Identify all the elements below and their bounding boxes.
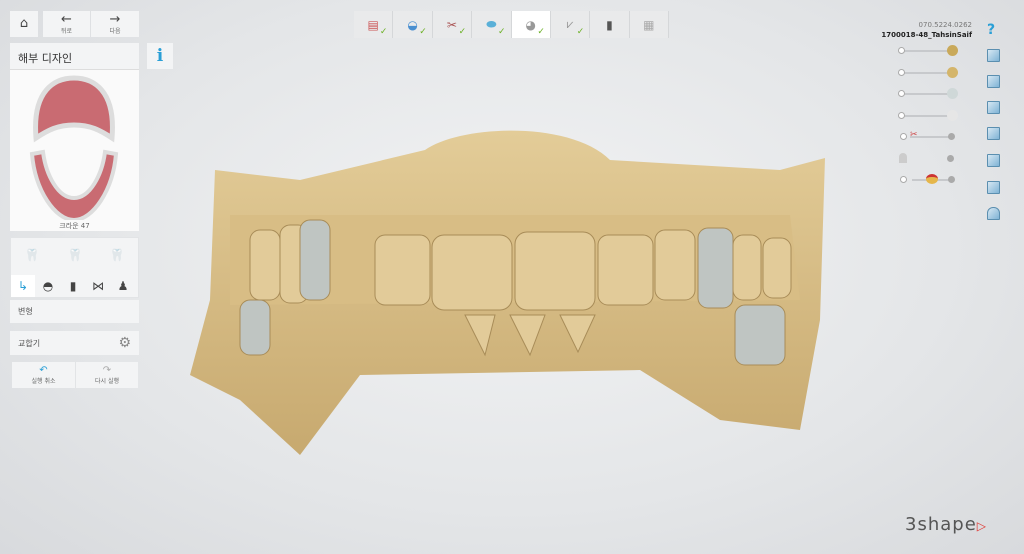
- case-info: 070.5224.0262 1700018-48_TahsinSaif: [881, 20, 972, 40]
- redo-button[interactable]: ↷ 다시 실행: [76, 362, 138, 388]
- order-form-icon: ▤: [367, 17, 379, 32]
- home-button[interactable]: ⌂: [10, 11, 38, 37]
- workflow-step-trim[interactable]: ✂ ✓: [432, 11, 473, 38]
- preview-caption: 크라운 47: [59, 222, 90, 230]
- slider-lower-crown[interactable]: [898, 110, 958, 121]
- view-left-icon[interactable]: [987, 101, 1000, 114]
- undo-button[interactable]: ↶ 실행 취소: [12, 362, 75, 388]
- clip-icon: ✂: [910, 130, 918, 140]
- workflow-step-order[interactable]: ▤ ✓: [354, 11, 394, 38]
- move-icon[interactable]: ↳: [11, 275, 35, 297]
- brand-logo: 3shape▷: [905, 514, 987, 535]
- workflow-step-scan[interactable]: ◒ ✓: [393, 11, 433, 38]
- connector-icon: ⩗: [566, 17, 574, 31]
- view-right-icon[interactable]: [987, 127, 1000, 140]
- case-id: 1700018-48_TahsinSaif: [881, 31, 972, 39]
- crown-icon: ◕: [525, 17, 536, 32]
- 3d-dental-model[interactable]: [180, 120, 840, 470]
- trim-icon: ✂: [446, 17, 457, 32]
- jaw-preview[interactable]: 크라운 47: [10, 70, 139, 231]
- back-button[interactable]: ← 뒤로: [43, 11, 90, 37]
- slider-end: [948, 176, 955, 183]
- help-icon[interactable]: ?: [987, 22, 995, 38]
- upper-jaw-icon: [947, 45, 958, 56]
- antagonist-icon: [926, 174, 938, 184]
- view-front-icon[interactable]: [987, 49, 1000, 62]
- brand-text: 3shape: [905, 514, 977, 535]
- jaw-map-image: [29, 75, 119, 223]
- crown-tooth-icon[interactable]: 🦷: [60, 242, 90, 268]
- output-icon: ▦: [643, 17, 655, 32]
- workflow-step-output[interactable]: ▦: [629, 11, 669, 38]
- slider-upper-jaw[interactable]: [898, 45, 958, 56]
- slider-end: [948, 133, 955, 140]
- transform-label: 변형: [10, 300, 139, 323]
- workflow-bar: ▤ ✓ ◒ ✓ ✂ ✓ ⬬ ✓ ◕ ✓ ⩗ ✓ ▮ ▦: [354, 11, 669, 38]
- undo-label: 실행 취소: [31, 378, 56, 385]
- check-icon: ✓: [576, 27, 585, 37]
- redo-icon: ↷: [102, 365, 112, 376]
- ai-design-icon[interactable]: 🦷: [17, 242, 47, 268]
- workflow-step-margin[interactable]: ⬬ ✓: [472, 11, 512, 38]
- slider-knob[interactable]: [898, 112, 905, 119]
- margin-icon: ⬬: [486, 17, 497, 31]
- anatomy-icon[interactable]: ◓: [36, 275, 60, 297]
- articulator-row[interactable]: 교합기 ⚙: [10, 331, 139, 355]
- case-phone: 070.5224.0262: [918, 21, 972, 29]
- check-icon: ✓: [379, 27, 388, 37]
- slider-knob[interactable]: [900, 133, 907, 140]
- slider-antagonist[interactable]: [900, 174, 955, 184]
- slider-upper-crown[interactable]: [898, 88, 958, 99]
- implant-icon: ▮: [606, 17, 613, 32]
- slider-knob[interactable]: [900, 176, 907, 183]
- workflow-step-connector[interactable]: ⩗ ✓: [550, 11, 591, 38]
- workflow-step-implant[interactable]: ▮: [590, 11, 630, 38]
- slider-lower-jaw[interactable]: [898, 67, 958, 78]
- slider-knob[interactable]: [898, 69, 905, 76]
- panel-title: 해부 디자인: [10, 43, 139, 70]
- multi-tooth-icon[interactable]: 🦷: [102, 242, 132, 268]
- view-bottom-icon[interactable]: [987, 181, 1000, 194]
- connector-icon[interactable]: ⋈: [86, 275, 110, 297]
- redo-label: 다시 실행: [95, 378, 119, 385]
- brand-triangle-icon: ▷: [976, 519, 988, 533]
- arrow-left-icon: ←: [61, 11, 72, 27]
- morph-icon[interactable]: ♟: [111, 275, 135, 297]
- slider-clip[interactable]: ✂: [900, 130, 955, 140]
- check-icon: ✓: [497, 27, 506, 37]
- next-button[interactable]: → 다음: [91, 11, 139, 37]
- info-button[interactable]: i: [147, 43, 173, 69]
- ghost-toggle[interactable]: [947, 155, 954, 162]
- screenshot-icon[interactable]: [987, 207, 1000, 220]
- undo-icon: ↶: [39, 365, 48, 376]
- workflow-step-crown[interactable]: ◕ ✓: [511, 11, 551, 38]
- home-icon: ⌂: [19, 16, 29, 31]
- articulator-label: 교합기: [18, 338, 41, 348]
- back-label: 뒤로: [60, 27, 73, 35]
- slider-knob[interactable]: [898, 90, 905, 97]
- view-back-icon[interactable]: [987, 75, 1000, 88]
- gear-icon[interactable]: ⚙: [118, 335, 131, 351]
- check-icon: ✓: [419, 27, 427, 37]
- upper-crown-icon: [947, 88, 958, 99]
- check-icon: ✓: [458, 27, 467, 37]
- view-top-icon[interactable]: [987, 154, 1000, 167]
- spray-icon[interactable]: ▮: [61, 275, 85, 297]
- check-icon: ✓: [537, 27, 545, 37]
- lower-crown-icon: [947, 110, 958, 121]
- slider-knob[interactable]: [898, 47, 905, 54]
- ghost-icon: [899, 153, 907, 163]
- lower-jaw-icon: [947, 67, 958, 78]
- next-label: 다음: [109, 27, 121, 35]
- arrow-right-icon: →: [109, 11, 121, 27]
- scan-icon: ◒: [407, 17, 418, 32]
